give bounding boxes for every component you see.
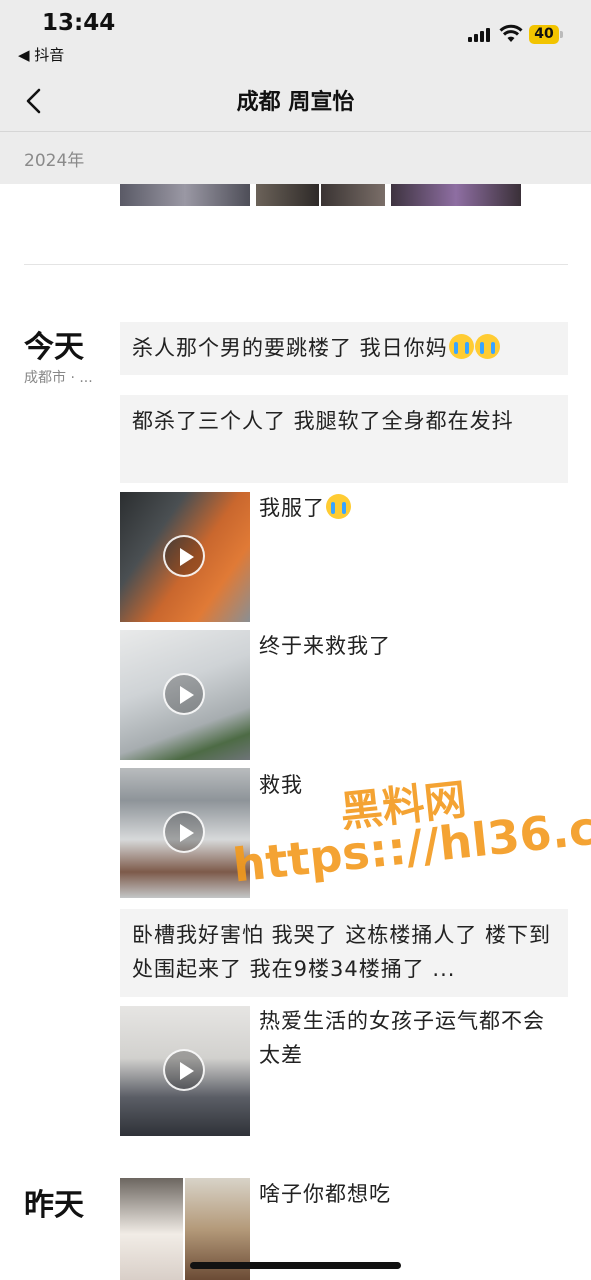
home-indicator[interactable] (190, 1262, 401, 1269)
text-post[interactable]: 杀人那个男的要跳楼了 我日你妈 (120, 322, 568, 375)
status-time: 13:44 (42, 10, 116, 36)
video-thumbnail[interactable] (120, 492, 250, 622)
video-thumbnail[interactable] (120, 1006, 250, 1136)
crying-emoji-icon (448, 334, 474, 359)
post-caption: 救我 (259, 773, 303, 797)
previous-post-thumbnail[interactable] (256, 184, 319, 206)
day-label-yesterday: 昨天 (24, 1188, 84, 1223)
play-icon[interactable] (163, 1049, 205, 1091)
image-thumbnail[interactable] (120, 1178, 183, 1280)
post-caption: 终于来救我了 (259, 634, 391, 658)
page-title: 成都 周宣怡 (236, 90, 355, 115)
play-icon[interactable] (163, 811, 205, 853)
section-divider (24, 264, 568, 265)
play-icon[interactable] (163, 535, 205, 577)
post-text: 都杀了三个人了 我腿软了全身都在发抖 (132, 409, 514, 433)
text-post[interactable]: 都杀了三个人了 我腿软了全身都在发抖 (120, 395, 568, 483)
top-bar: 13:44 ◀ 抖音 40 成都 周宣怡 2024年 (0, 0, 591, 184)
post-text: 卧槽我好害怕 我哭了 这栋楼捅人了 楼下到处围起来了 我在9楼34楼捅了 ... (132, 923, 552, 981)
location-label: 成都市 · ... (24, 370, 93, 386)
previous-post-thumbnail[interactable] (120, 184, 250, 206)
battery-icon: 40 (529, 25, 559, 44)
previous-post-thumbnail[interactable] (321, 184, 385, 206)
play-icon[interactable] (163, 673, 205, 715)
post-caption: 我服了 (259, 491, 351, 525)
year-label: 2024年 (24, 151, 85, 171)
wifi-icon (499, 24, 523, 42)
previous-post-thumbnail[interactable] (391, 184, 521, 206)
cellular-signal-icon (468, 28, 490, 42)
caption-text: 我服了 (259, 496, 325, 520)
post-text: 杀人那个男的要跳楼了 我日你妈 (132, 336, 448, 360)
header-divider (0, 131, 591, 132)
crying-emoji-icon (474, 334, 500, 359)
battery-tip (560, 31, 563, 38)
back-to-app-link[interactable]: ◀ 抖音 (18, 44, 64, 65)
text-post[interactable]: 卧槽我好害怕 我哭了 这栋楼捅人了 楼下到处围起来了 我在9楼34楼捅了 ... (120, 909, 568, 997)
day-label-today: 今天 (24, 330, 84, 365)
video-thumbnail[interactable] (120, 630, 250, 760)
video-thumbnail[interactable] (120, 768, 250, 898)
post-caption: 热爱生活的女孩子运气都不会太差 (259, 1009, 545, 1067)
post-caption: 啥子你都想吃 (259, 1182, 391, 1206)
crying-emoji-icon (326, 494, 351, 519)
